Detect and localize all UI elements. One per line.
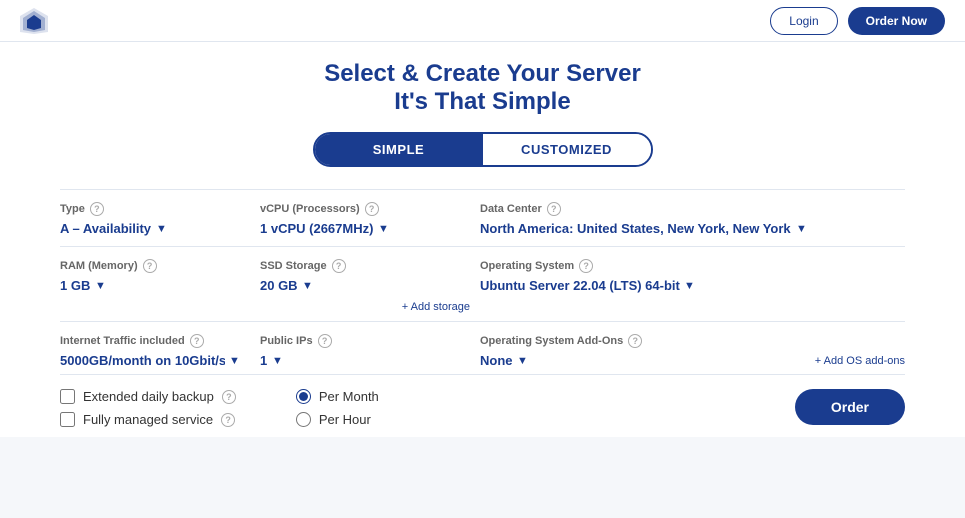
managed-checkbox-item: Fully managed service ? xyxy=(60,412,236,427)
vcpu-label: vCPU (Processors) xyxy=(260,203,360,215)
tab-customized[interactable]: CUSTOMIZED xyxy=(483,134,651,165)
ssd-chevron-icon: ▼ xyxy=(302,280,313,292)
order-button[interactable]: Order xyxy=(795,389,905,425)
os-addons-label: Operating System Add-Ons xyxy=(480,335,623,347)
add-storage-link[interactable]: + Add storage xyxy=(402,301,470,313)
datacenter-field: Data Center ? North America: United Stat… xyxy=(480,202,905,236)
type-label: Type xyxy=(60,203,85,215)
ram-select[interactable]: 1 GB xyxy=(60,278,91,293)
os-field: Operating System ? Ubuntu Server 22.04 (… xyxy=(480,259,905,315)
publicips-select[interactable]: 1 xyxy=(260,353,268,368)
ram-chevron-icon: ▼ xyxy=(95,280,106,292)
traffic-field: Internet Traffic included ? 5000GB/month… xyxy=(60,334,260,368)
datacenter-label: Data Center xyxy=(480,203,542,215)
vcpu-help-icon[interactable]: ? xyxy=(365,202,379,216)
ram-label: RAM (Memory) xyxy=(60,260,138,272)
type-field: Type ? A – Availability ▼ xyxy=(60,202,260,236)
tab-simple[interactable]: SIMPLE xyxy=(315,134,483,165)
hourly-radio-item: Per Hour xyxy=(296,412,379,427)
os-addons-help-icon[interactable]: ? xyxy=(628,334,642,348)
add-os-link[interactable]: + Add OS add-ons xyxy=(815,355,905,367)
monthly-label: Per Month xyxy=(319,389,379,404)
publicips-label: Public IPs xyxy=(260,335,313,347)
hourly-radio[interactable] xyxy=(296,412,311,427)
ssd-field: SSD Storage ? 20 GB ▼ + Add storage xyxy=(260,259,480,315)
monthly-radio-item: Per Month xyxy=(296,389,379,404)
hourly-label: Per Hour xyxy=(319,412,371,427)
top-bar: Login Order Now xyxy=(0,0,965,42)
datacenter-help-icon[interactable]: ? xyxy=(547,202,561,216)
datacenter-select[interactable]: North America: United States, New York, … xyxy=(480,221,792,236)
traffic-select[interactable]: 5000GB/month on 10Gbit/sec p xyxy=(60,353,225,368)
os-label: Operating System xyxy=(480,260,574,272)
traffic-chevron-icon: ▼ xyxy=(229,355,240,367)
os-help-icon[interactable]: ? xyxy=(579,259,593,273)
os-addons-chevron-icon: ▼ xyxy=(517,355,528,367)
ssd-help-icon[interactable]: ? xyxy=(332,259,346,273)
traffic-help-icon[interactable]: ? xyxy=(190,334,204,348)
type-chevron-icon: ▼ xyxy=(156,223,167,235)
vcpu-field: vCPU (Processors) ? 1 vCPU (2667MHz) ▼ xyxy=(260,202,480,236)
backup-help-icon[interactable]: ? xyxy=(222,390,236,404)
os-addons-select[interactable]: None xyxy=(480,353,513,368)
hero-line1: Select & Create Your Server xyxy=(60,60,905,88)
tab-switcher: SIMPLE CUSTOMIZED xyxy=(60,132,905,167)
ssd-label: SSD Storage xyxy=(260,260,327,272)
publicips-field: Public IPs ? 1 ▼ xyxy=(260,334,480,368)
backup-label: Extended daily backup xyxy=(83,389,214,404)
datacenter-chevron-icon: ▼ xyxy=(796,223,807,235)
hero-heading: Select & Create Your Server It's That Si… xyxy=(60,60,905,116)
managed-label: Fully managed service xyxy=(83,412,213,427)
type-select[interactable]: A – Availability xyxy=(60,221,152,236)
hero-line2: It's That Simple xyxy=(60,88,905,116)
os-chevron-icon: ▼ xyxy=(684,280,695,292)
billing-radio-group: Per Month Per Hour xyxy=(296,389,379,427)
monthly-radio[interactable] xyxy=(296,389,311,404)
ssd-select[interactable]: 20 GB xyxy=(260,278,298,293)
order-now-button[interactable]: Order Now xyxy=(848,7,945,35)
os-addons-field: Operating System Add-Ons ? None ▼ + Add … xyxy=(480,334,905,368)
publicips-help-icon[interactable]: ? xyxy=(318,334,332,348)
os-select[interactable]: Ubuntu Server 22.04 (LTS) 64-bit xyxy=(480,278,680,293)
backup-checkbox[interactable] xyxy=(60,389,75,404)
logo xyxy=(18,6,50,41)
ram-help-icon[interactable]: ? xyxy=(143,259,157,273)
vcpu-select[interactable]: 1 vCPU (2667MHz) xyxy=(260,221,374,236)
managed-checkbox[interactable] xyxy=(60,412,75,427)
backup-checkbox-item: Extended daily backup ? xyxy=(60,389,236,404)
publicips-chevron-icon: ▼ xyxy=(272,355,283,367)
traffic-label: Internet Traffic included xyxy=(60,335,185,347)
managed-help-icon[interactable]: ? xyxy=(221,413,235,427)
ram-field: RAM (Memory) ? 1 GB ▼ xyxy=(60,259,260,315)
vcpu-chevron-icon: ▼ xyxy=(378,223,389,235)
type-help-icon[interactable]: ? xyxy=(90,202,104,216)
checkboxes-group: Extended daily backup ? Fully managed se… xyxy=(60,389,236,427)
login-button[interactable]: Login xyxy=(770,7,837,35)
